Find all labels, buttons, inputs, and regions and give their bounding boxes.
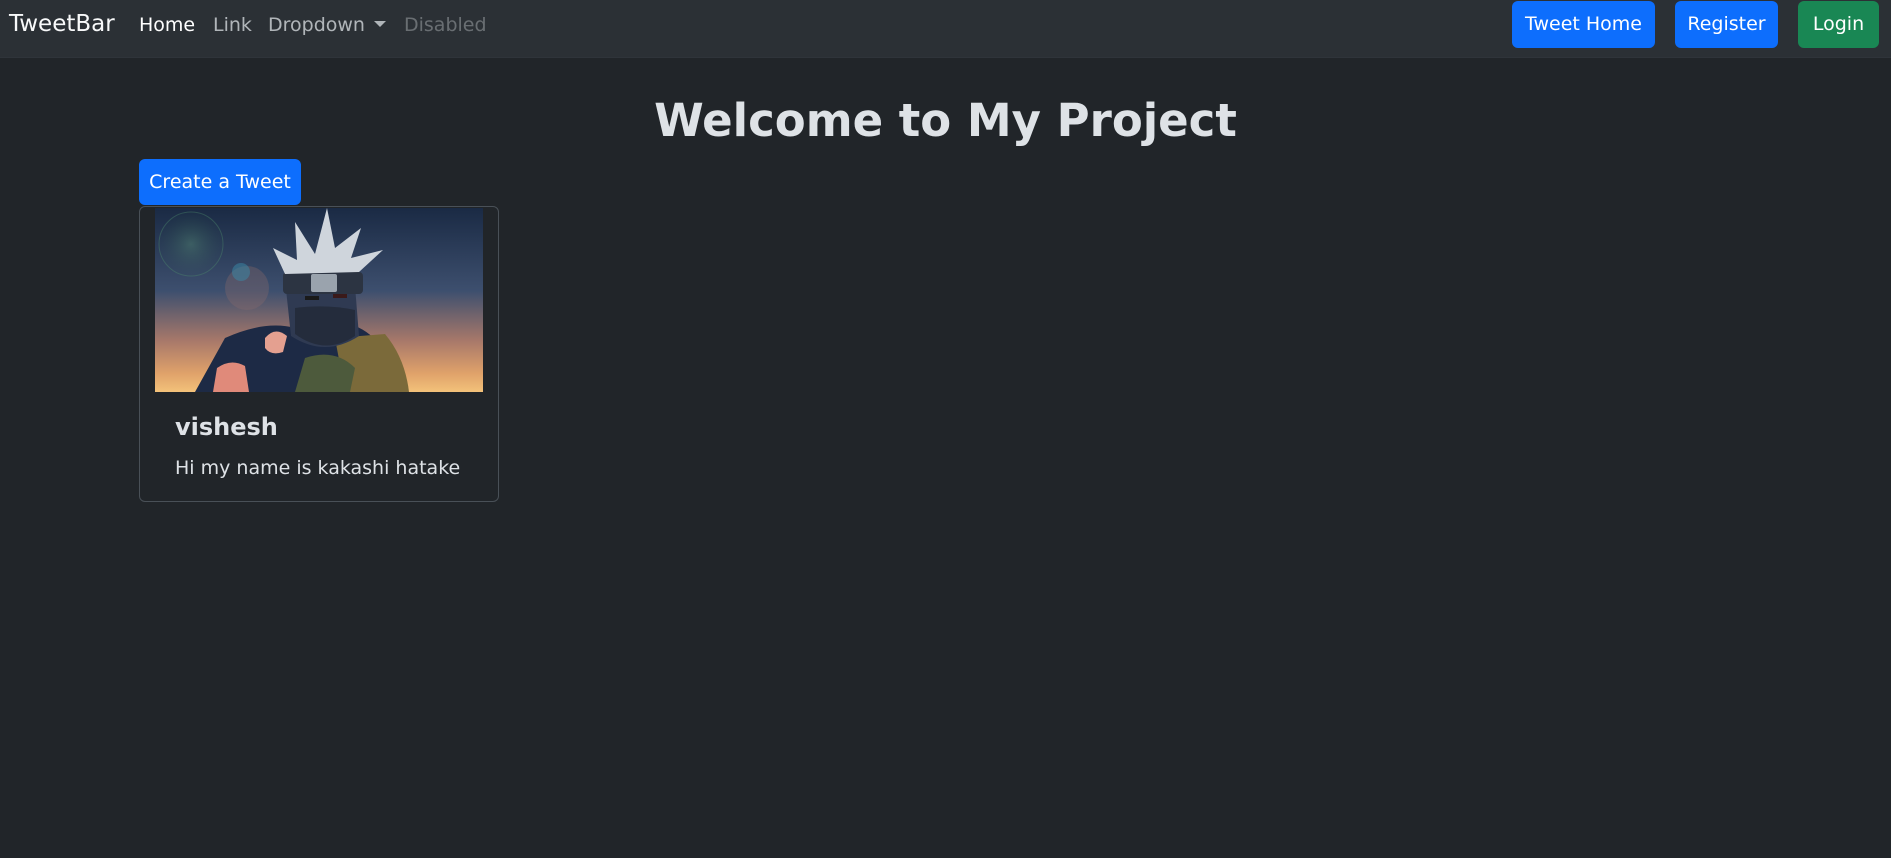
- register-button[interactable]: Register: [1675, 1, 1778, 48]
- login-button[interactable]: Login: [1798, 1, 1879, 48]
- nav-link-disabled: Disabled: [404, 14, 487, 36]
- nav-link-home[interactable]: Home: [139, 14, 195, 36]
- tweet-text: Hi my name is kakashi hatake: [175, 457, 461, 479]
- chevron-down-icon: [373, 21, 386, 27]
- tweet-image: [155, 208, 483, 392]
- navbar: TweetBar Home Link Dropdown Disabled Twe…: [0, 0, 1891, 58]
- nav-dropdown-label: Dropdown: [268, 14, 365, 36]
- nav-link-link[interactable]: Link: [213, 14, 252, 36]
- navbar-brand[interactable]: TweetBar: [9, 11, 115, 37]
- tweet-home-button[interactable]: Tweet Home: [1512, 1, 1655, 48]
- tweet-author: vishesh: [175, 413, 278, 441]
- tweet-card: vishesh Hi my name is kakashi hatake: [139, 206, 499, 502]
- page-title: Welcome to My Project: [654, 94, 1237, 147]
- nav-dropdown-toggle[interactable]: Dropdown: [268, 14, 386, 36]
- create-tweet-button[interactable]: Create a Tweet: [139, 159, 301, 205]
